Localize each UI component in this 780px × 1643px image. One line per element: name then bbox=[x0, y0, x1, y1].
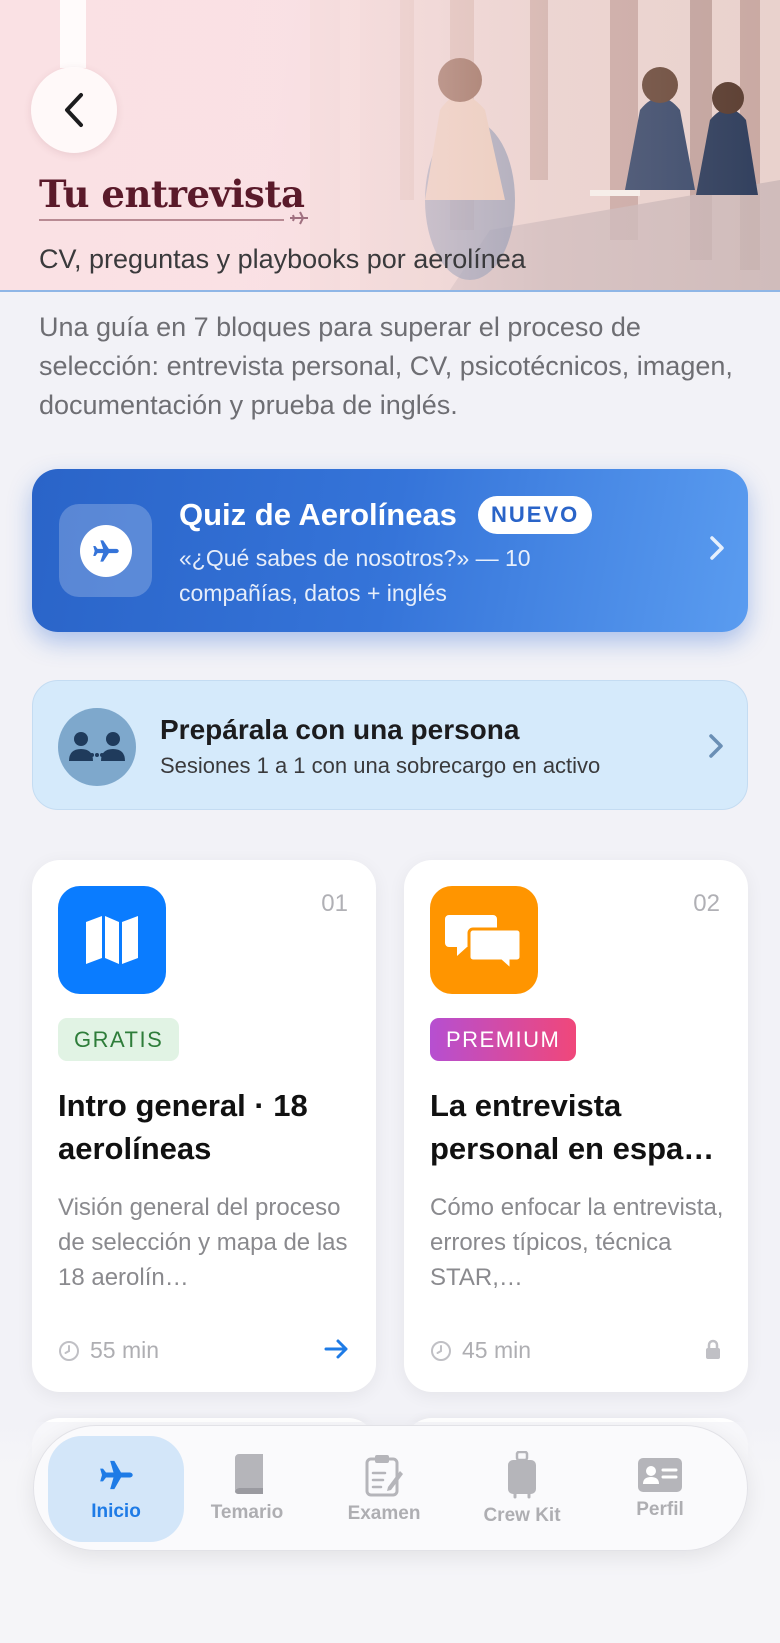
tab-label: Inicio bbox=[91, 1501, 141, 1522]
coaching-card[interactable]: Prepárala con una persona Sesiones 1 a 1… bbox=[32, 680, 748, 810]
airplane-icon bbox=[92, 539, 119, 562]
tab-label: Crew Kit bbox=[483, 1505, 561, 1526]
duration-label: 55 min bbox=[90, 1337, 160, 1363]
quiz-subtitle: «¿Qué sabes de nosotros?» — 10 compañías… bbox=[179, 545, 531, 606]
chevron-left-icon bbox=[65, 93, 83, 127]
chevron-right-icon bbox=[709, 734, 723, 758]
tab-examen[interactable]: Examen bbox=[316, 1436, 452, 1542]
people-icon bbox=[58, 708, 136, 786]
tab-perfil[interactable]: Perfil bbox=[592, 1436, 728, 1542]
premium-badge: PREMIUM bbox=[430, 1018, 577, 1061]
module-description: Visión general del proceso de selección … bbox=[58, 1194, 348, 1291]
suitcase-icon bbox=[508, 1451, 536, 1499]
hero-header: Tu entrevista CV, preguntas y playbooks … bbox=[0, 0, 780, 292]
id-card-icon bbox=[638, 1458, 682, 1492]
back-button[interactable] bbox=[31, 67, 117, 153]
chat-bubbles-icon bbox=[430, 886, 538, 994]
clock-icon bbox=[59, 1340, 79, 1361]
module-number: 01 bbox=[321, 890, 348, 917]
quiz-title: Quiz de Aerolíneas bbox=[179, 497, 457, 532]
tab-label: Temario bbox=[210, 1502, 284, 1523]
tab-bar: Inicio Temario Examen Crew Kit Perfil bbox=[33, 1425, 748, 1551]
quiz-icon-box bbox=[59, 504, 152, 597]
arrow-right-icon[interactable] bbox=[324, 1338, 350, 1360]
module-duration: 45 min bbox=[430, 1337, 531, 1364]
coaching-subtitle: Sesiones 1 a 1 con una sobrecargo en act… bbox=[160, 753, 601, 778]
map-icon bbox=[58, 886, 166, 994]
free-badge: GRATIS bbox=[58, 1018, 180, 1061]
module-card-01[interactable]: 01 GRATIS Intro general · 18 aerolíneas … bbox=[32, 860, 376, 1392]
module-card-02[interactable]: 02 PREMIUM La entrevista personal en esp… bbox=[404, 860, 748, 1392]
tab-label: Examen bbox=[347, 1503, 421, 1524]
module-title: Intro general · 18 aerolíneas bbox=[58, 1088, 308, 1166]
module-number: 02 bbox=[693, 890, 720, 917]
clipboard-icon bbox=[365, 1455, 403, 1497]
airline-quiz-card[interactable]: Quiz de Aerolíneas NUEVO «¿Qué sabes de … bbox=[32, 469, 748, 632]
tab-temario[interactable]: Temario bbox=[179, 1436, 315, 1542]
small-plane-icon bbox=[290, 211, 308, 225]
module-description: Cómo enfocar la entrevista, errores típi… bbox=[430, 1194, 724, 1291]
title-underline bbox=[39, 219, 284, 221]
chevron-right-icon bbox=[710, 536, 724, 560]
coaching-title: Prepárala con una persona bbox=[160, 714, 520, 745]
new-badge: NUEVO bbox=[478, 496, 593, 534]
lock-icon bbox=[706, 1339, 720, 1359]
clock-icon bbox=[431, 1340, 451, 1361]
tab-label: Perfil bbox=[636, 1499, 684, 1520]
tab-crew-kit[interactable]: Crew Kit bbox=[454, 1436, 590, 1542]
book-icon bbox=[235, 1454, 263, 1495]
intro-text: Una guía en 7 bloques para superar el pr… bbox=[39, 312, 733, 420]
module-duration: 55 min bbox=[58, 1337, 159, 1364]
tab-inicio[interactable]: Inicio bbox=[48, 1436, 184, 1542]
duration-label: 45 min bbox=[462, 1337, 532, 1363]
module-title: La entrevista personal en espa… bbox=[430, 1088, 715, 1166]
airplane-icon bbox=[100, 1460, 133, 1490]
page-title: Tu entrevista bbox=[39, 172, 305, 216]
page-subtitle: CV, preguntas y playbooks por aerolínea bbox=[39, 244, 526, 274]
